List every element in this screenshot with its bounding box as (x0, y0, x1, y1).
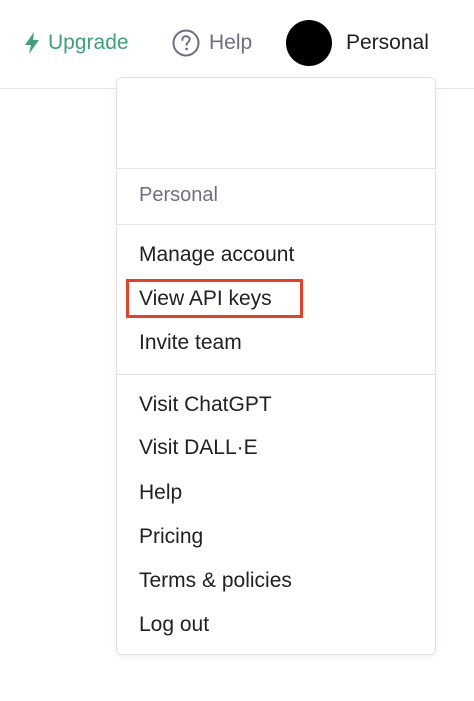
menu-section-label: Personal (139, 184, 218, 206)
account-name: Personal (346, 31, 429, 54)
question-circle-icon (172, 29, 200, 57)
avatar (286, 20, 332, 66)
help-button[interactable]: Help (172, 26, 252, 60)
visit-chatgpt-item[interactable]: Visit ChatGPT (139, 393, 272, 417)
lightning-icon (22, 31, 42, 55)
pricing-item[interactable]: Pricing (139, 525, 203, 549)
help-label: Help (209, 31, 253, 54)
view-api-keys-item[interactable]: View API keys (139, 287, 272, 311)
top-navigation-bar: Upgrade Help Personal (0, 0, 474, 89)
account-menu-button[interactable]: Personal (286, 20, 429, 66)
menu-divider (117, 224, 435, 225)
invite-team-item[interactable]: Invite team (139, 331, 242, 355)
log-out-item[interactable]: Log out (139, 613, 209, 637)
menu-divider (117, 374, 435, 375)
menu-header (117, 78, 435, 169)
help-item[interactable]: Help (139, 481, 182, 505)
visit-dalle-item[interactable]: Visit DALL·E (139, 436, 258, 460)
terms-policies-item[interactable]: Terms & policies (139, 569, 292, 593)
account-dropdown-menu: Personal Manage account View API keys In… (116, 77, 436, 655)
upgrade-label: Upgrade (48, 31, 129, 54)
upgrade-button[interactable]: Upgrade (22, 26, 129, 60)
manage-account-item[interactable]: Manage account (139, 243, 294, 267)
